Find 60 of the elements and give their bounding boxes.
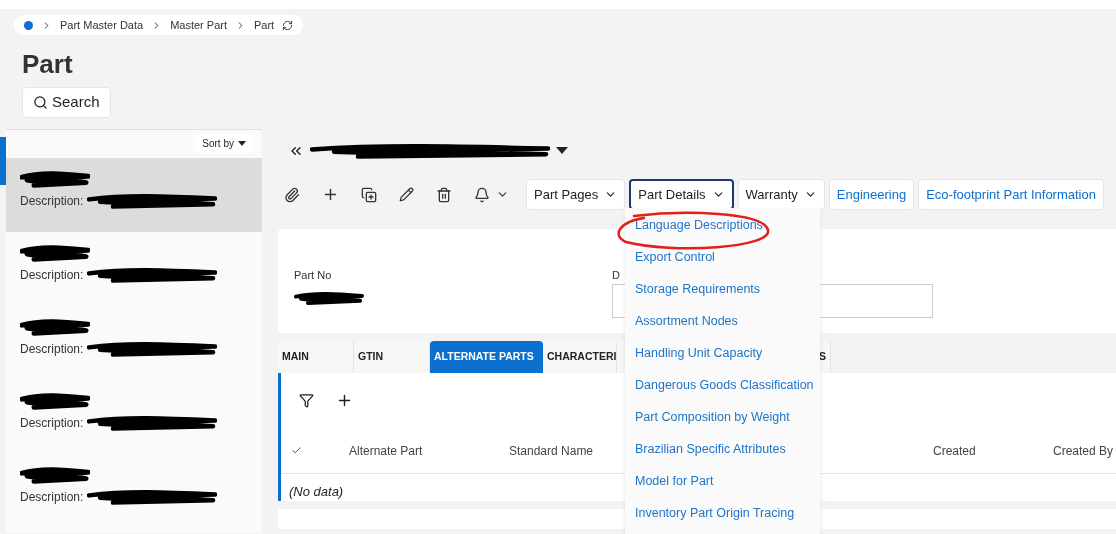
column-header[interactable]: Created By bbox=[1053, 441, 1114, 460]
trash-icon[interactable] bbox=[436, 186, 452, 203]
filter-icon[interactable] bbox=[299, 393, 314, 408]
part-list-item[interactable]: Description: bbox=[6, 231, 262, 306]
description-label: Description: bbox=[20, 414, 84, 432]
menu-button[interactable]: Warranty bbox=[737, 179, 825, 210]
menu-button[interactable]: Part Pages bbox=[526, 179, 626, 210]
part-list-item[interactable]: Description: bbox=[6, 305, 262, 380]
redaction-scribble bbox=[294, 291, 364, 305]
menu-item[interactable]: Assortment Nodes bbox=[625, 312, 820, 344]
search-button[interactable]: Search bbox=[22, 86, 111, 118]
menu-item[interactable]: Language Descriptions bbox=[625, 216, 820, 248]
part-list-item[interactable]: Description: bbox=[6, 157, 262, 232]
redaction-scribble bbox=[20, 391, 90, 410]
refresh-icon[interactable] bbox=[282, 19, 294, 31]
menu-item[interactable]: Brazilian Specific Attributes bbox=[625, 440, 820, 472]
description-label: Description: bbox=[20, 488, 84, 506]
menu-item[interactable]: Inventory Part Origin Tracing bbox=[625, 504, 820, 534]
menu-item[interactable]: Handling Unit Capacity bbox=[625, 344, 820, 376]
tab[interactable]: GTIN bbox=[354, 340, 430, 373]
menu-item[interactable]: Storage Requirements bbox=[625, 280, 820, 312]
tab[interactable]: CHARACTERI bbox=[543, 340, 617, 373]
description-label: Description: bbox=[20, 266, 84, 284]
menu-item[interactable]: Part Composition by Weight bbox=[625, 408, 820, 440]
menu-item[interactable]: Model for Part bbox=[625, 472, 820, 504]
paperclip-icon[interactable] bbox=[284, 186, 300, 203]
bell-icon[interactable] bbox=[474, 186, 490, 203]
caret-icon[interactable] bbox=[556, 147, 568, 154]
breadcrumb-link[interactable]: Part bbox=[254, 16, 275, 34]
breadcrumb-link[interactable]: Master Part bbox=[170, 16, 227, 34]
check-icon[interactable] bbox=[291, 445, 302, 456]
menu-item[interactable]: Dangerous Goods Classification bbox=[625, 376, 820, 408]
redaction-scribble bbox=[20, 243, 90, 262]
edit-icon[interactable] bbox=[399, 187, 414, 202]
sort-button[interactable]: Sort by bbox=[194, 134, 254, 153]
search-icon bbox=[33, 94, 48, 110]
tab[interactable]: ALTERNATE PARTS bbox=[430, 340, 543, 373]
page-title: Part bbox=[22, 47, 74, 81]
add-icon[interactable] bbox=[322, 186, 339, 203]
description-label: Description: bbox=[20, 340, 84, 358]
column-header[interactable]: Created bbox=[933, 441, 1053, 460]
redaction-scribble bbox=[20, 317, 90, 336]
duplicate-icon[interactable] bbox=[361, 186, 377, 203]
column-header[interactable]: Alternate Part bbox=[349, 441, 509, 460]
link-button[interactable]: Engineering bbox=[828, 179, 915, 210]
caret-icon bbox=[238, 141, 246, 146]
add-icon[interactable] bbox=[336, 392, 353, 409]
menu-button[interactable]: Part Details bbox=[629, 179, 734, 210]
field-label: Part No bbox=[294, 267, 333, 283]
field-label: D bbox=[612, 267, 621, 283]
description-label: Description: bbox=[20, 192, 84, 210]
empty-table-text: (No data) bbox=[289, 482, 344, 501]
redaction-scribble bbox=[20, 465, 90, 484]
link-button[interactable]: Eco-footprint Part Information bbox=[918, 179, 1104, 210]
breadcrumb-link[interactable]: Part Master Data bbox=[60, 16, 144, 34]
redaction-scribble bbox=[20, 169, 90, 188]
part-list-item[interactable]: Description: bbox=[6, 453, 262, 528]
part-list-item[interactable]: Description: bbox=[6, 379, 262, 454]
tab[interactable]: MAIN bbox=[278, 340, 354, 373]
menu-item[interactable]: Export Control bbox=[625, 248, 820, 280]
